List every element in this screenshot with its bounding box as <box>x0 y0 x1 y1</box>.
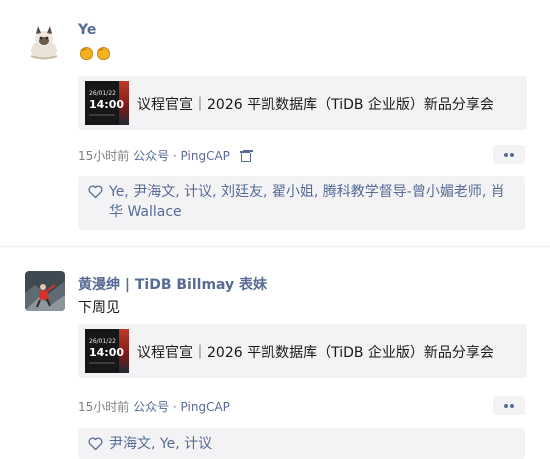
moment-post: 黄漫绅 | TiDB Billmay 表妹 下周见 26/01/22 14:00… <box>0 247 550 459</box>
thumbnail-divider <box>89 114 115 116</box>
avatar[interactable] <box>25 21 65 61</box>
more-dot <box>504 153 508 157</box>
clapping-hands-icon <box>95 45 110 60</box>
likes-list: Ye, 尹海文, 计议, 刘廷友, 翟小姐, 腾科教学督导-曾小媚老师, 肖华 … <box>78 176 525 230</box>
article-thumbnail: 26/01/22 14:00 <box>85 329 129 373</box>
thumbnail-date: 26/01/22 <box>89 90 116 97</box>
more-dot <box>510 404 514 408</box>
shared-article-card[interactable]: 26/01/22 14:00 议程官宣｜2026 平凯数据库（TiDB 企业版）… <box>78 324 527 378</box>
post-content: 下周见 <box>78 300 120 316</box>
author-name[interactable]: 黄漫绅 | TiDB Billmay 表妹 <box>78 274 267 294</box>
more-actions-button[interactable] <box>493 396 525 415</box>
post-meta: 15小时前 公众号 · PingCAP <box>78 398 230 415</box>
climber-photo-avatar-icon <box>25 271 65 311</box>
shared-article-card[interactable]: 26/01/22 14:00 议程官宣｜2026 平凯数据库（TiDB 企业版）… <box>78 76 527 130</box>
clapping-hands-icon <box>78 45 93 60</box>
moment-post: Ye 26/01/22 14:00 议程官宣｜2026 平凯数据库（TiDB 企… <box>0 0 550 246</box>
article-title: 议程官宣｜2026 平凯数据库（TiDB 企业版）新品分享会 <box>137 97 494 113</box>
post-source[interactable]: 公众号 · PingCAP <box>133 149 230 163</box>
more-dot <box>504 404 508 408</box>
delete-icon[interactable] <box>239 150 251 162</box>
avatar[interactable] <box>25 271 65 311</box>
post-source[interactable]: 公众号 · PingCAP <box>133 400 230 414</box>
thumbnail-divider <box>89 362 115 364</box>
post-time: 15小时前 <box>78 149 130 163</box>
article-title: 议程官宣｜2026 平凯数据库（TiDB 企业版）新品分享会 <box>137 345 494 361</box>
post-time: 15小时前 <box>78 400 130 414</box>
thumbnail-date: 26/01/22 <box>89 338 116 345</box>
more-actions-button[interactable] <box>493 145 525 164</box>
article-thumbnail: 26/01/22 14:00 <box>85 81 129 125</box>
author-name[interactable]: Ye <box>78 22 96 38</box>
post-meta: 15小时前 公众号 · PingCAP <box>78 147 251 164</box>
heart-icon <box>88 185 103 199</box>
likes-list: 尹海文, Ye, 计议 <box>78 428 525 459</box>
thumbnail-time: 14:00 <box>89 346 125 359</box>
more-dot <box>510 153 514 157</box>
liked-users[interactable]: 尹海文, Ye, 计议 <box>109 436 212 452</box>
cat-avatar-icon <box>25 21 65 61</box>
heart-icon <box>88 437 103 451</box>
liked-users[interactable]: Ye, 尹海文, 计议, 刘廷友, 翟小姐, 腾科教学督导-曾小媚老师, 肖华 … <box>109 184 505 220</box>
post-content <box>78 44 112 60</box>
thumbnail-time: 14:00 <box>89 98 125 111</box>
